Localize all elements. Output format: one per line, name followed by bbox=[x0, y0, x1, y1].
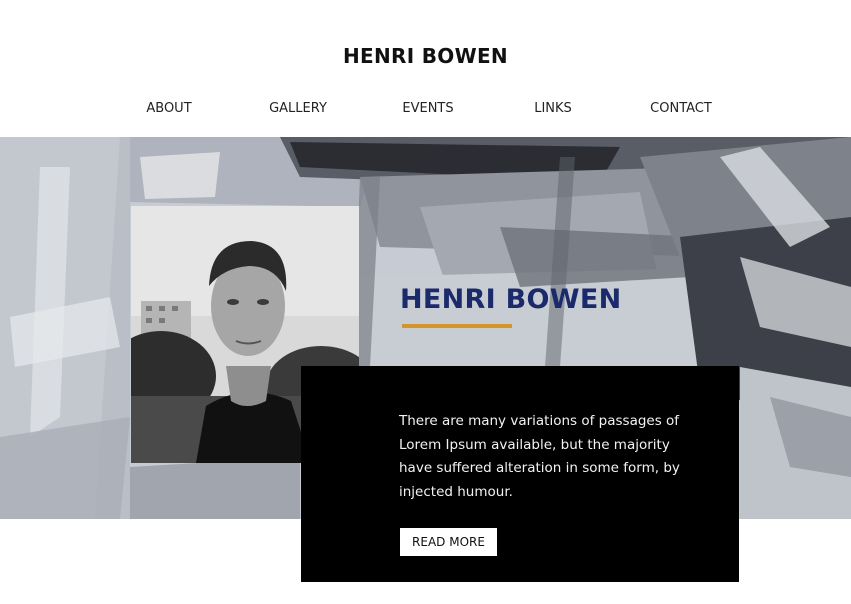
nav-item-about[interactable]: ABOUT bbox=[146, 101, 191, 116]
nav-item-links[interactable]: LINKS bbox=[534, 101, 572, 116]
heading-underline bbox=[402, 324, 512, 328]
nav-item-events[interactable]: EVENTS bbox=[402, 101, 453, 116]
read-more-button[interactable]: READ MORE bbox=[400, 528, 497, 556]
nav-item-gallery[interactable]: GALLERY bbox=[269, 101, 327, 116]
main-nav: ABOUT GALLERY EVENTS LINKS CONTACT bbox=[0, 101, 851, 121]
nav-item-contact[interactable]: CONTACT bbox=[650, 101, 712, 116]
hero-name-heading: HENRI BOWEN bbox=[400, 284, 622, 315]
bio-text: There are many variations of passages of… bbox=[399, 413, 680, 500]
site-title: HENRI BOWEN bbox=[343, 44, 508, 68]
